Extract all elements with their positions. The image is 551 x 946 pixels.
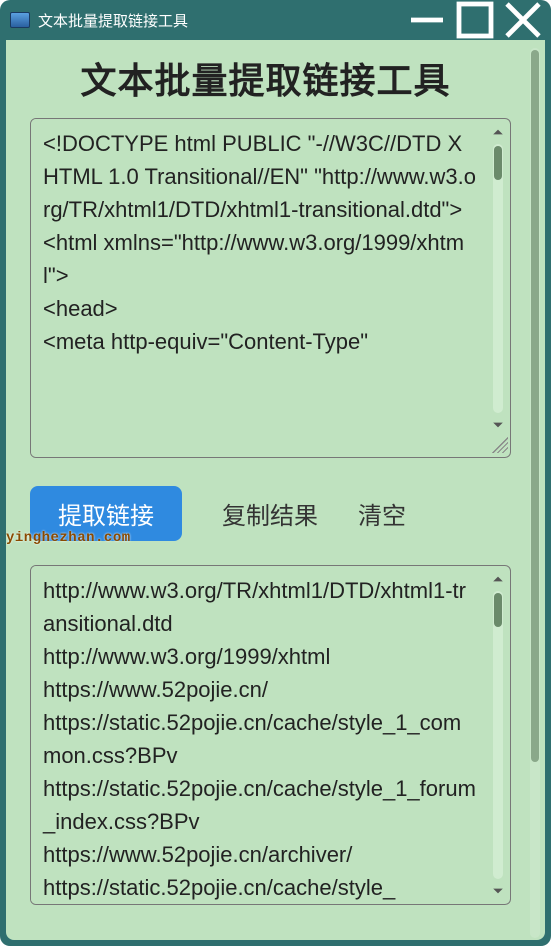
output-scroll-thumb[interactable] bbox=[494, 593, 502, 627]
content: 文本批量提取链接工具 <!DOCTYPE html PUBLIC "-//W3C… bbox=[6, 40, 525, 940]
clear-button[interactable]: 清空 bbox=[358, 496, 406, 531]
minimize-button[interactable] bbox=[403, 4, 451, 36]
window-title: 文本批量提取链接工具 bbox=[38, 10, 403, 31]
input-scroll-track[interactable] bbox=[493, 144, 503, 413]
page-title: 文本批量提取链接工具 bbox=[6, 40, 525, 118]
client-area: yinghezhan.com 文本批量提取链接工具 <!DOCTYPE html… bbox=[6, 40, 545, 940]
input-textbox[interactable]: <!DOCTYPE html PUBLIC "-//W3C//DTD XHTML… bbox=[30, 118, 511, 458]
page-scroll-track[interactable] bbox=[530, 48, 540, 938]
copy-button[interactable]: 复制结果 bbox=[222, 496, 318, 531]
scroll-up-icon[interactable] bbox=[489, 570, 507, 588]
app-window: 文本批量提取链接工具 yinghezhan.com 文本批量提取链接工具 <!D… bbox=[0, 0, 551, 946]
scroll-down-icon[interactable] bbox=[489, 882, 507, 900]
maximize-button[interactable] bbox=[451, 4, 499, 36]
scroll-up-icon[interactable] bbox=[489, 123, 507, 141]
titlebar[interactable]: 文本批量提取链接工具 bbox=[0, 0, 551, 40]
input-scrollbar[interactable] bbox=[486, 119, 510, 457]
resize-grip-icon[interactable] bbox=[492, 437, 508, 453]
close-button[interactable] bbox=[499, 4, 547, 36]
input-text-content[interactable]: <!DOCTYPE html PUBLIC "-//W3C//DTD XHTML… bbox=[31, 119, 486, 457]
scroll-down-icon[interactable] bbox=[489, 416, 507, 434]
output-scroll-track[interactable] bbox=[493, 591, 503, 879]
output-textbox[interactable]: http://www.w3.org/TR/xhtml1/DTD/xhtml1-t… bbox=[30, 565, 511, 905]
page-scroll-thumb[interactable] bbox=[531, 50, 539, 762]
app-icon bbox=[10, 12, 30, 28]
page-scrollbar[interactable] bbox=[525, 40, 545, 940]
input-scroll-thumb[interactable] bbox=[494, 146, 502, 180]
output-scrollbar[interactable] bbox=[486, 566, 510, 904]
watermark-text: yinghezhan.com bbox=[6, 530, 131, 546]
button-row: 提取链接 复制结果 清空 bbox=[6, 458, 525, 565]
output-text-content[interactable]: http://www.w3.org/TR/xhtml1/DTD/xhtml1-t… bbox=[31, 566, 486, 904]
